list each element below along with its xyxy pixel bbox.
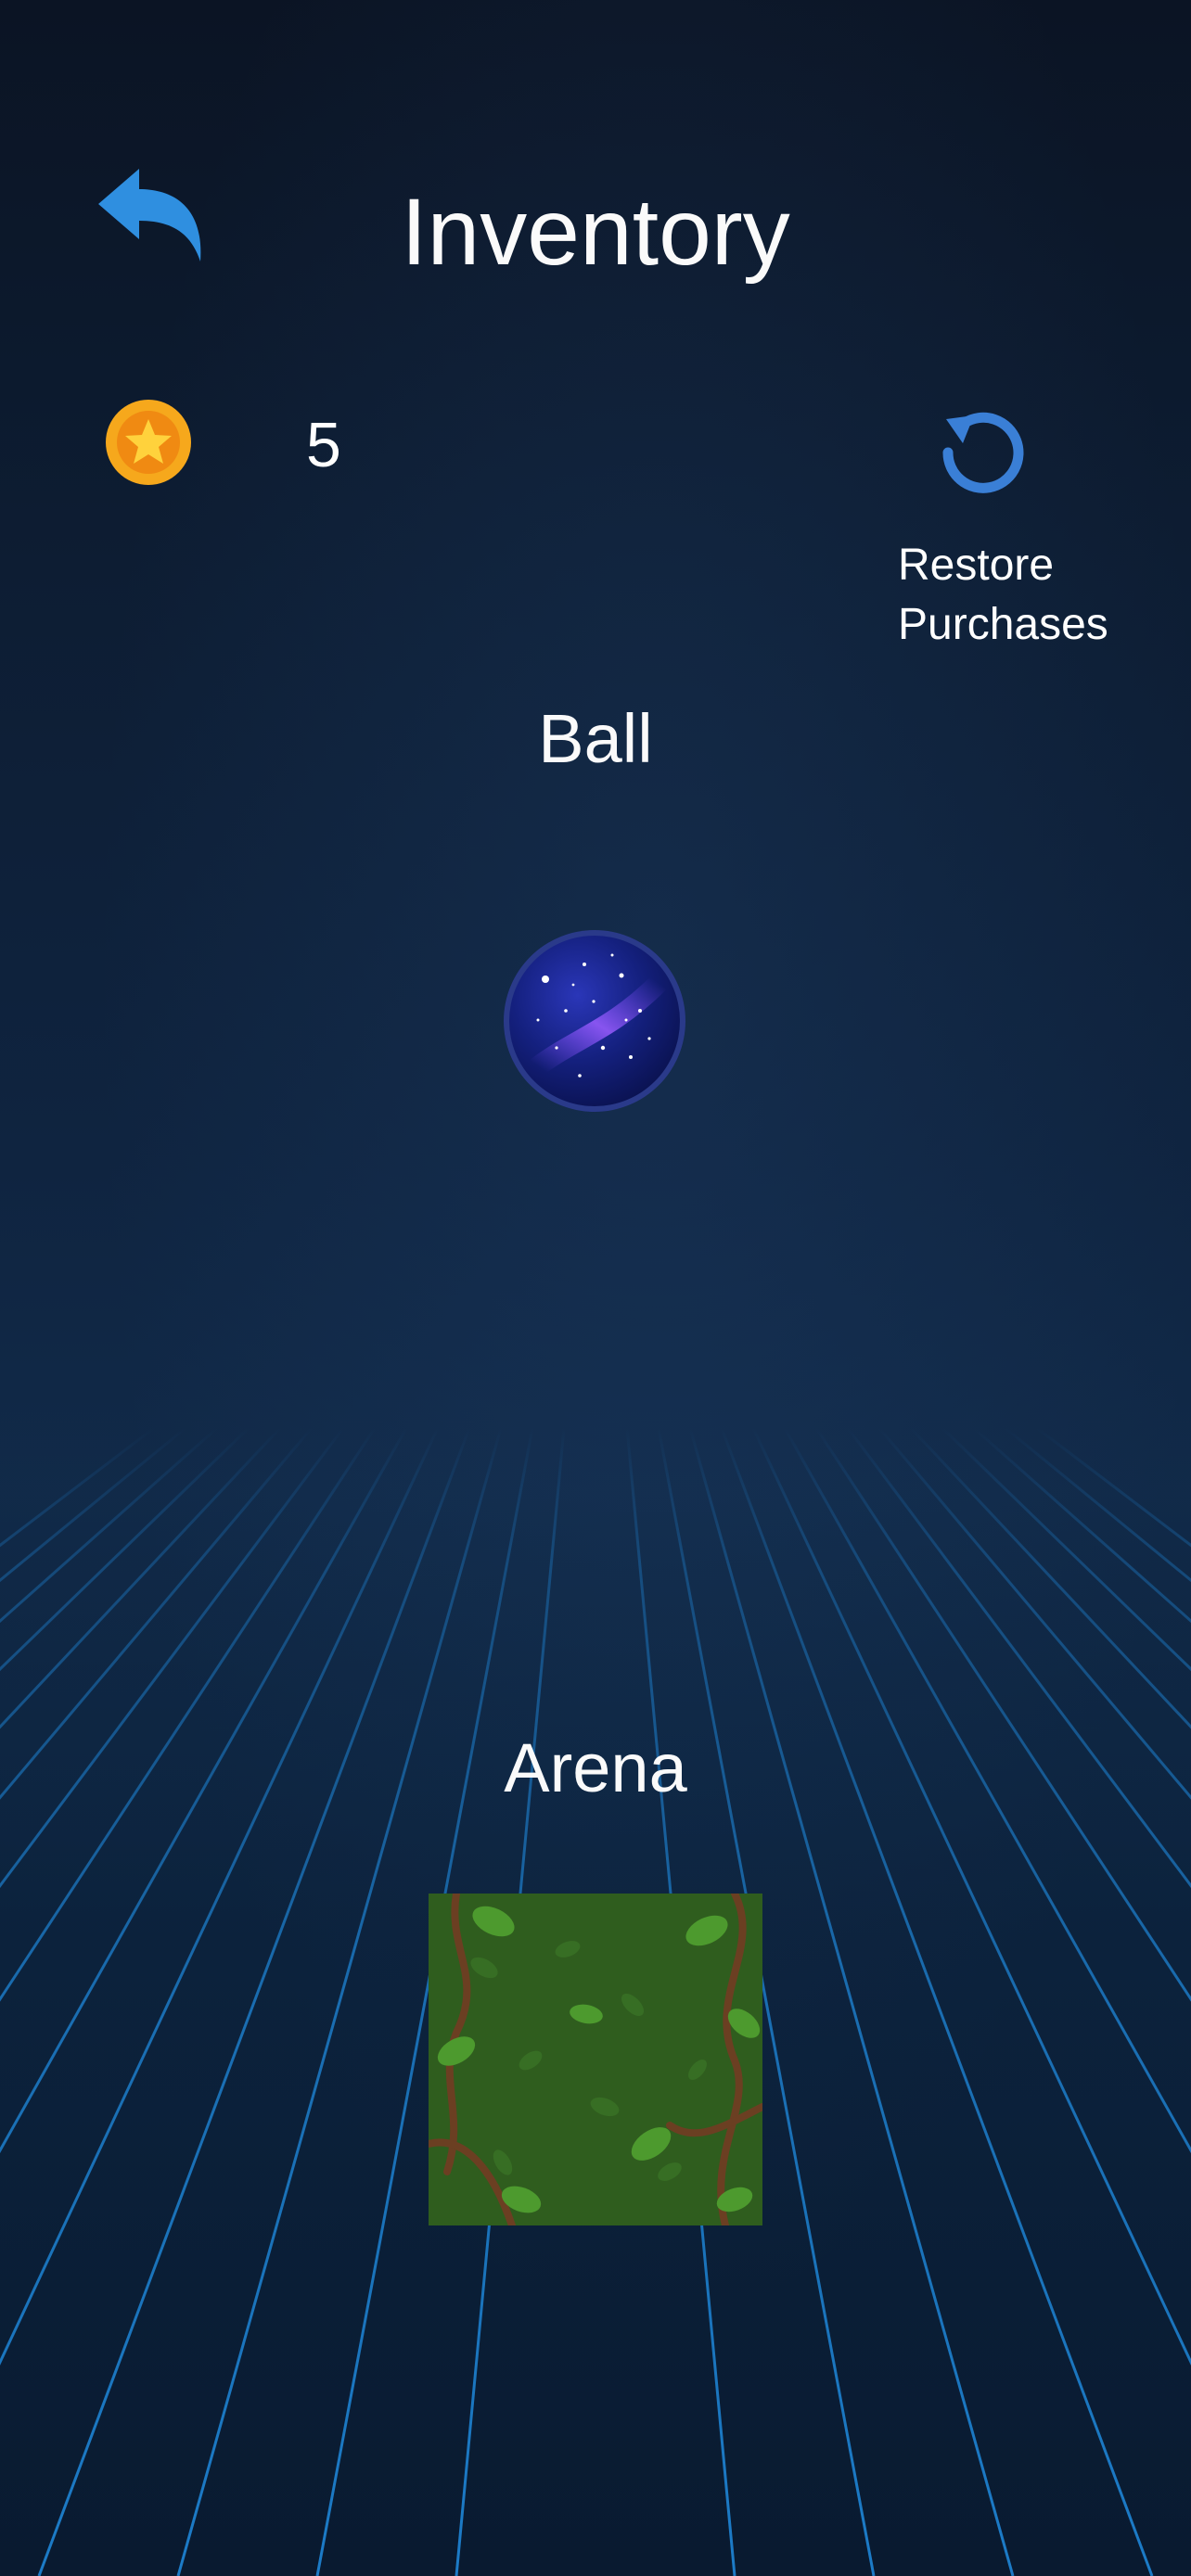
ball-section-title: Ball — [538, 700, 653, 777]
restore-label-line2: Purchases — [898, 600, 1108, 649]
star-coin-icon — [106, 400, 191, 485]
galaxy-ball[interactable] — [501, 927, 688, 1115]
jungle-leaves-arena[interactable] — [429, 1894, 762, 2225]
restore-label-line1: Restore — [898, 541, 1055, 590]
page-title: Inventory — [401, 179, 790, 285]
restore-icon[interactable] — [937, 401, 1030, 493]
coin-count: 5 — [306, 410, 341, 480]
restore-purchases-button[interactable]: Restore Purchases — [898, 536, 1176, 655]
arena-section-title: Arena — [504, 1729, 687, 1806]
